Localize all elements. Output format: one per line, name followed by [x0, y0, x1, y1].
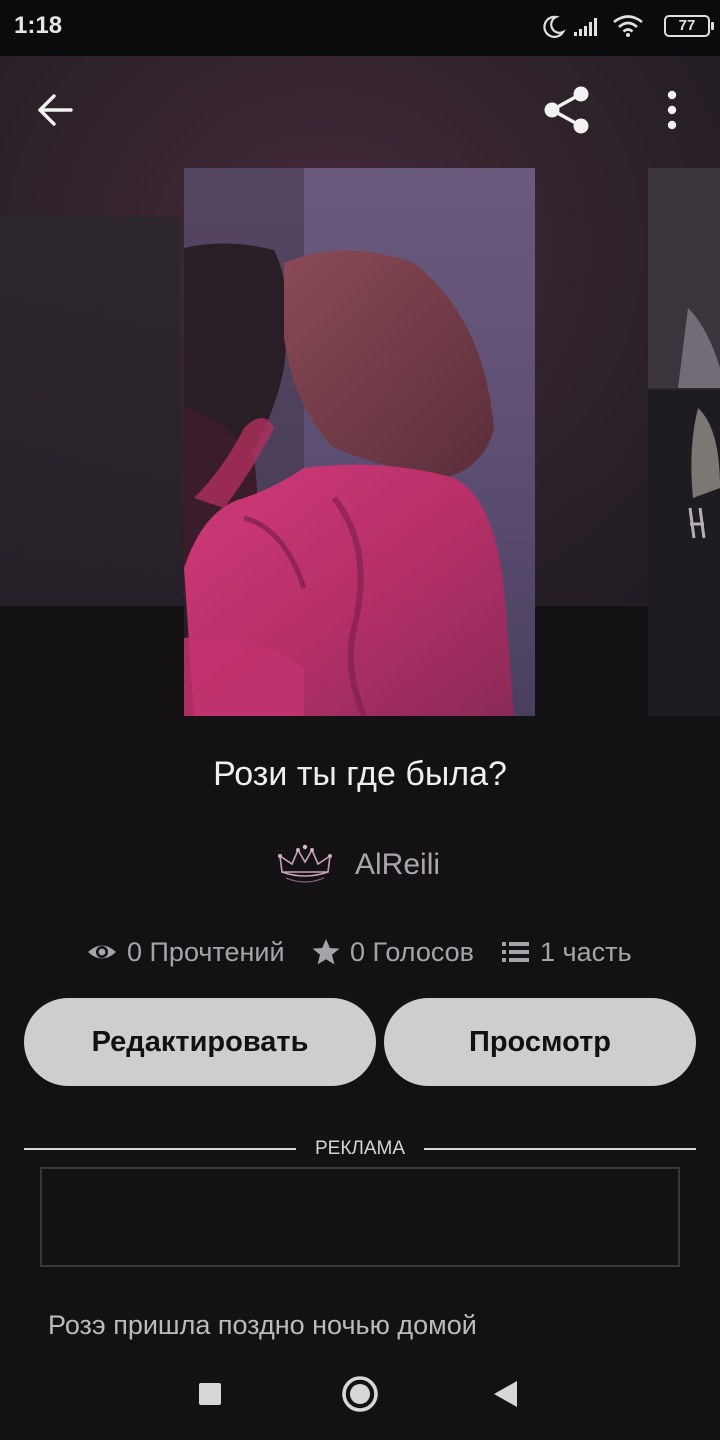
- home-button[interactable]: [338, 1372, 382, 1416]
- parts-stat: 1 часть: [501, 930, 632, 974]
- star-icon: [312, 939, 340, 965]
- story-description: Розэ пришла поздно ночью домой: [48, 1310, 477, 1340]
- story-title: Рози ты где была?: [213, 755, 507, 793]
- moon-icon: [543, 15, 566, 38]
- divider-line-right: [424, 1148, 696, 1150]
- wifi-icon: [613, 15, 643, 37]
- edit-button[interactable]: Редактировать: [24, 998, 376, 1086]
- ad-divider: РЕКЛАМА: [24, 1136, 696, 1162]
- status-time: 1:18: [14, 12, 63, 39]
- author-row[interactable]: AlReili: [276, 838, 476, 894]
- home-circle-icon: [342, 1376, 378, 1412]
- more-vertical-icon: [667, 90, 677, 130]
- parts-count: 1 часть: [540, 936, 632, 967]
- crown-avatar-icon: [278, 844, 332, 883]
- author-name[interactable]: AlReili: [355, 848, 440, 882]
- votes-stat: 0 Голосов: [311, 930, 474, 974]
- share-button[interactable]: [537, 80, 597, 140]
- list-icon: [502, 942, 529, 962]
- back-button[interactable]: [26, 80, 86, 140]
- recents-square-icon: [199, 1383, 221, 1405]
- ad-banner[interactable]: [40, 1167, 680, 1267]
- share-icon: [544, 86, 589, 134]
- view-button[interactable]: Просмотр: [384, 998, 696, 1086]
- battery-icon: 77: [664, 15, 714, 37]
- recents-button[interactable]: [188, 1372, 232, 1416]
- cover-image[interactable]: [184, 168, 535, 716]
- more-options-button[interactable]: [642, 80, 702, 140]
- back-triangle-icon: [494, 1381, 517, 1407]
- eye-icon: [88, 945, 116, 959]
- next-cover-artwork: [648, 168, 720, 716]
- next-cover-image[interactable]: [648, 168, 720, 716]
- nav-back-button[interactable]: [484, 1372, 528, 1416]
- arrow-left-icon: [38, 94, 73, 126]
- story-stats: 0 Прочтений 0 Голосов 1 часть: [0, 930, 720, 974]
- votes-count: 0 Голосов: [350, 936, 474, 967]
- signal-icon: [574, 18, 597, 36]
- status-bar: 1:18 77: [0, 0, 720, 56]
- reads-stat: 0 Прочтений: [86, 930, 285, 974]
- cover-artwork: [184, 168, 535, 716]
- system-nav-bar: [0, 1352, 720, 1440]
- status-icons: 77: [540, 12, 714, 44]
- hero-shade: [0, 216, 180, 606]
- reads-count: 0 Прочтений: [127, 936, 285, 967]
